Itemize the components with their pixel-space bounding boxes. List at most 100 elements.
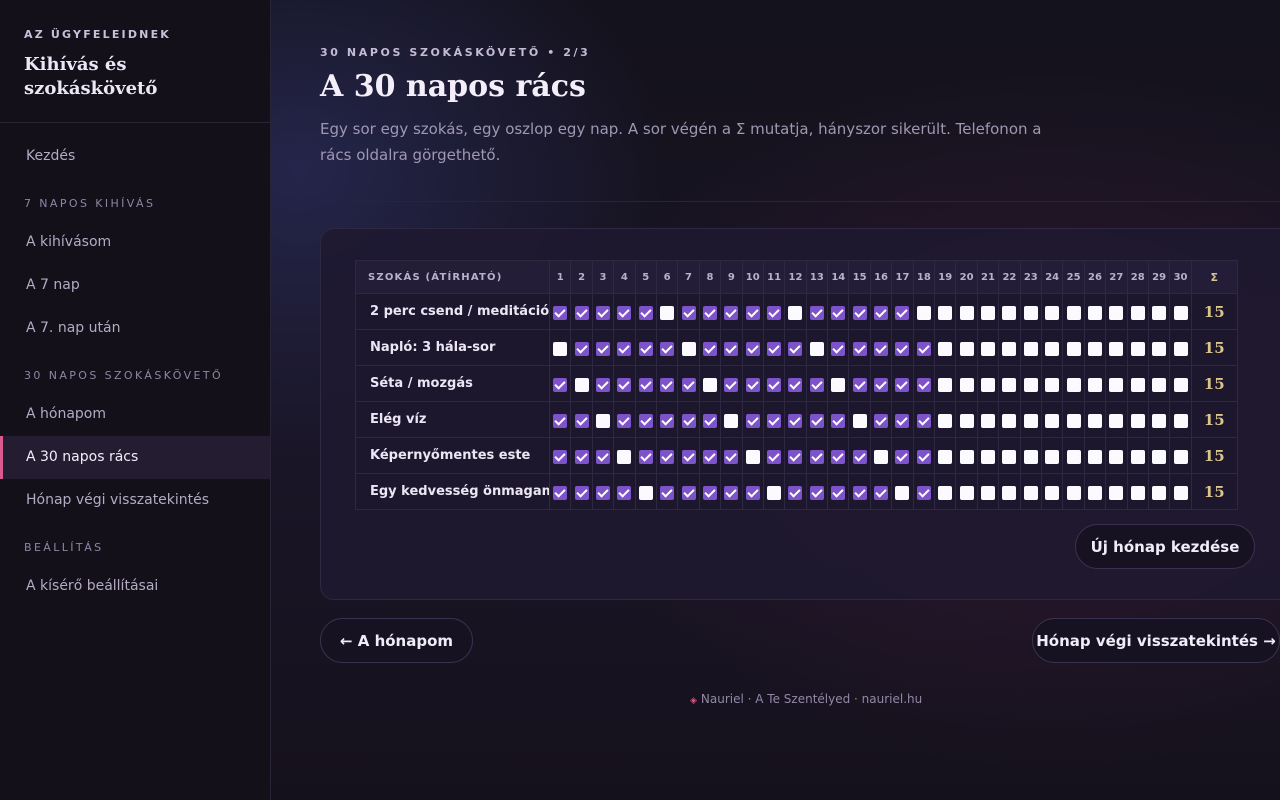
day-checkbox-unchecked[interactable]: [660, 305, 675, 320]
sidebar-item-my-month[interactable]: A hónapom: [0, 393, 270, 436]
habit-name-cell[interactable]: Képernyőmentes este: [355, 437, 550, 474]
day-checkbox-unchecked[interactable]: [981, 413, 995, 428]
new-month-button[interactable]: Új hónap kezdése: [1075, 524, 1255, 569]
day-checkbox-unchecked[interactable]: [916, 305, 931, 320]
day-checkbox-unchecked[interactable]: [1023, 449, 1038, 464]
sidebar-item-month-review[interactable]: Hónap végi visszatekintés: [0, 479, 270, 522]
day-checkbox-unchecked[interactable]: [1109, 341, 1124, 356]
day-checkbox-checked[interactable]: [745, 413, 760, 428]
day-checkbox-checked[interactable]: [595, 305, 610, 320]
day-checkbox-checked[interactable]: [681, 449, 696, 464]
day-checkbox-unchecked[interactable]: [874, 449, 889, 464]
day-checkbox-checked[interactable]: [916, 413, 931, 428]
day-checkbox-checked[interactable]: [681, 485, 696, 500]
habit-name-cell[interactable]: Napló: 3 hála-sor: [355, 329, 550, 366]
day-checkbox-checked[interactable]: [788, 341, 803, 356]
day-checkbox-checked[interactable]: [788, 449, 803, 464]
day-checkbox-unchecked[interactable]: [852, 413, 867, 428]
day-checkbox-unchecked[interactable]: [981, 341, 995, 356]
day-checkbox-unchecked[interactable]: [1109, 413, 1124, 428]
prev-page-button[interactable]: ← A hónapom: [320, 618, 473, 663]
day-checkbox-checked[interactable]: [767, 377, 782, 392]
day-checkbox-checked[interactable]: [745, 377, 760, 392]
day-checkbox-unchecked[interactable]: [1045, 377, 1060, 392]
day-checkbox-unchecked[interactable]: [1152, 413, 1167, 428]
day-checkbox-checked[interactable]: [617, 305, 632, 320]
day-checkbox-checked[interactable]: [874, 377, 889, 392]
day-checkbox-unchecked[interactable]: [1130, 341, 1145, 356]
day-checkbox-checked[interactable]: [831, 449, 846, 464]
day-checkbox-checked[interactable]: [916, 485, 931, 500]
day-checkbox-checked[interactable]: [638, 413, 653, 428]
day-checkbox-unchecked[interactable]: [1045, 485, 1060, 500]
day-checkbox-unchecked[interactable]: [1173, 449, 1188, 464]
day-checkbox-checked[interactable]: [916, 341, 931, 356]
day-checkbox-checked[interactable]: [638, 377, 653, 392]
day-checkbox-checked[interactable]: [681, 413, 696, 428]
day-checkbox-unchecked[interactable]: [981, 485, 995, 500]
day-checkbox-unchecked[interactable]: [574, 377, 589, 392]
day-checkbox-checked[interactable]: [681, 305, 696, 320]
day-checkbox-unchecked[interactable]: [1087, 485, 1102, 500]
day-checkbox-unchecked[interactable]: [1002, 377, 1017, 392]
day-checkbox-unchecked[interactable]: [938, 341, 953, 356]
day-checkbox-unchecked[interactable]: [1002, 485, 1017, 500]
day-checkbox-unchecked[interactable]: [1087, 377, 1102, 392]
sidebar-item-home[interactable]: Kezdés: [0, 135, 270, 178]
day-checkbox-unchecked[interactable]: [1152, 449, 1167, 464]
day-checkbox-unchecked[interactable]: [1130, 449, 1145, 464]
day-checkbox-unchecked[interactable]: [681, 341, 696, 356]
day-checkbox-checked[interactable]: [788, 485, 803, 500]
day-checkbox-unchecked[interactable]: [1152, 341, 1167, 356]
day-checkbox-checked[interactable]: [724, 341, 739, 356]
day-checkbox-checked[interactable]: [874, 485, 889, 500]
day-checkbox-unchecked[interactable]: [1023, 485, 1038, 500]
day-checkbox-unchecked[interactable]: [1066, 341, 1081, 356]
day-checkbox-checked[interactable]: [660, 341, 675, 356]
day-checkbox-checked[interactable]: [809, 449, 824, 464]
day-checkbox-unchecked[interactable]: [1130, 377, 1145, 392]
day-checkbox-unchecked[interactable]: [553, 341, 568, 356]
day-checkbox-unchecked[interactable]: [1109, 305, 1124, 320]
day-checkbox-checked[interactable]: [574, 341, 589, 356]
day-checkbox-unchecked[interactable]: [809, 341, 824, 356]
day-checkbox-checked[interactable]: [660, 485, 675, 500]
day-checkbox-checked[interactable]: [553, 305, 568, 320]
day-checkbox-checked[interactable]: [852, 485, 867, 500]
day-checkbox-unchecked[interactable]: [959, 413, 974, 428]
day-checkbox-checked[interactable]: [852, 305, 867, 320]
day-checkbox-checked[interactable]: [788, 377, 803, 392]
sidebar-item-my-challenge[interactable]: A kihívásom: [0, 221, 270, 264]
day-checkbox-checked[interactable]: [831, 305, 846, 320]
day-checkbox-unchecked[interactable]: [895, 485, 910, 500]
day-checkbox-checked[interactable]: [895, 305, 910, 320]
day-checkbox-checked[interactable]: [724, 377, 739, 392]
day-checkbox-unchecked[interactable]: [959, 341, 974, 356]
day-checkbox-checked[interactable]: [745, 305, 760, 320]
day-checkbox-unchecked[interactable]: [1109, 449, 1124, 464]
day-checkbox-checked[interactable]: [916, 377, 931, 392]
day-checkbox-unchecked[interactable]: [981, 449, 995, 464]
day-checkbox-checked[interactable]: [638, 341, 653, 356]
day-checkbox-unchecked[interactable]: [1109, 485, 1124, 500]
day-checkbox-unchecked[interactable]: [1130, 485, 1145, 500]
day-checkbox-unchecked[interactable]: [1066, 413, 1081, 428]
day-checkbox-checked[interactable]: [660, 377, 675, 392]
day-checkbox-checked[interactable]: [852, 449, 867, 464]
day-checkbox-unchecked[interactable]: [959, 449, 974, 464]
day-checkbox-unchecked[interactable]: [959, 485, 974, 500]
day-checkbox-checked[interactable]: [681, 377, 696, 392]
day-checkbox-unchecked[interactable]: [1087, 413, 1102, 428]
day-checkbox-checked[interactable]: [767, 341, 782, 356]
day-checkbox-checked[interactable]: [874, 305, 889, 320]
day-checkbox-unchecked[interactable]: [724, 413, 739, 428]
day-checkbox-checked[interactable]: [767, 305, 782, 320]
day-checkbox-unchecked[interactable]: [1023, 341, 1038, 356]
day-checkbox-unchecked[interactable]: [1066, 449, 1081, 464]
day-checkbox-checked[interactable]: [831, 485, 846, 500]
day-checkbox-unchecked[interactable]: [938, 485, 953, 500]
day-checkbox-checked[interactable]: [809, 485, 824, 500]
day-checkbox-checked[interactable]: [767, 413, 782, 428]
day-checkbox-checked[interactable]: [745, 341, 760, 356]
habit-grid-scroll[interactable]: SZOKÁS (ÁTÍRHATÓ) 1 2 3 4 5 6 7 8 9 10 11 12 13 14 15 1…: [355, 260, 1255, 510]
